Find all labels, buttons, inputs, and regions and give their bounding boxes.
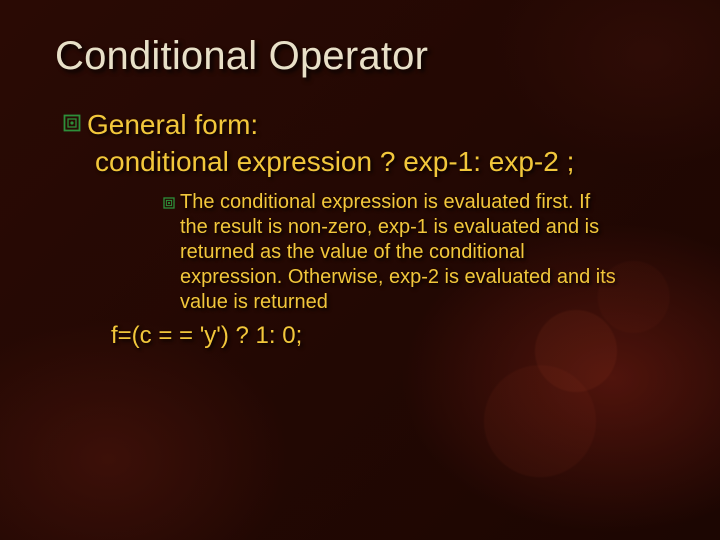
syntax-line: conditional expression ? exp-1: exp-2 ; bbox=[95, 144, 665, 180]
bullet-explanation: The conditional expression is evaluated … bbox=[163, 190, 620, 314]
bullet-general-form-label: General form: bbox=[87, 107, 258, 142]
example-code: f=(c = = 'y') ? 1: 0; bbox=[111, 322, 665, 350]
bullet-explanation-text: The conditional expression is evaluated … bbox=[180, 190, 620, 314]
square-bullet-icon bbox=[63, 114, 81, 132]
slide-title: Conditional Operator bbox=[55, 34, 665, 79]
square-bullet-icon bbox=[163, 196, 175, 208]
slide: Conditional Operator General form: condi… bbox=[0, 0, 720, 540]
bullet-general-form: General form: bbox=[63, 107, 665, 142]
